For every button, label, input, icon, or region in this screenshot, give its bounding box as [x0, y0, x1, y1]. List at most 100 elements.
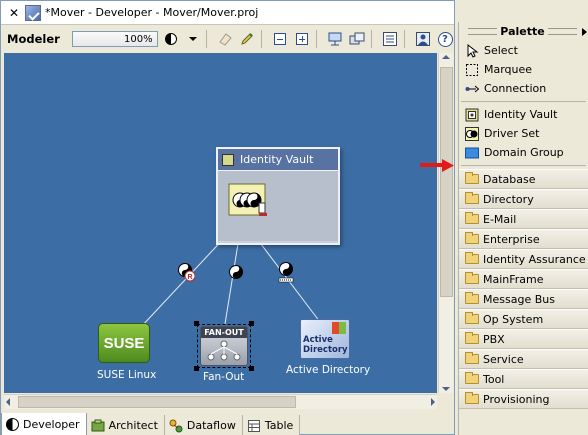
- fan-out-network-icon: [207, 340, 241, 361]
- driver-set-icon[interactable]: [228, 183, 268, 217]
- fan-out-driver-badge-icon[interactable]: [228, 264, 244, 280]
- ad-driver-badge-icon[interactable]: [277, 261, 297, 283]
- windows-logo-icon: [332, 322, 346, 334]
- help-icon[interactable]: ?: [436, 30, 454, 48]
- tab-architect-label: Architect: [108, 419, 158, 432]
- zoom-in-icon[interactable]: [293, 30, 311, 48]
- identity-vault-node[interactable]: Identity Vault: [216, 147, 340, 245]
- palette-tool-select[interactable]: Select: [459, 41, 588, 60]
- ad-logo-line2: Directory: [303, 345, 348, 355]
- drawer-message-bus[interactable]: Message Bus: [459, 289, 588, 309]
- edit-pen-icon[interactable]: [238, 30, 256, 48]
- arrange-icon[interactable]: [348, 30, 366, 48]
- folder-icon: [465, 232, 479, 244]
- vertical-scrollbar[interactable]: [438, 53, 453, 393]
- drawer-tool-label: Tool: [483, 372, 505, 386]
- palette-tool-marquee-label: Marquee: [484, 63, 533, 76]
- scroll-up-icon[interactable]: [442, 55, 450, 59]
- table-icon: [247, 419, 260, 432]
- drawer-e-mail[interactable]: E-Mail: [459, 209, 588, 229]
- folder-icon: [465, 392, 479, 404]
- folder-icon: [465, 252, 479, 264]
- palette-divider: [461, 101, 586, 102]
- palette-panel: Palette Select Marquee Connection Identi…: [458, 22, 588, 435]
- scroll-down-icon[interactable]: [442, 387, 450, 391]
- yin-yang-icon[interactable]: [162, 30, 180, 48]
- folder-icon: [465, 292, 479, 304]
- drawer-enterprise[interactable]: Enterprise: [459, 229, 588, 249]
- toolbar-separator: [206, 30, 208, 48]
- toolbar-separator: [371, 30, 373, 48]
- fan-out-logo-text: FAN-OUT: [201, 327, 247, 338]
- palette-object-identity-vault[interactable]: Identity Vault: [459, 105, 588, 124]
- tab-dataflow[interactable]: Dataflow: [164, 415, 243, 435]
- tab-table[interactable]: Table: [242, 415, 301, 435]
- tab-dataflow-label: Dataflow: [186, 419, 236, 432]
- palette-object-domain-group[interactable]: Domain Group: [459, 143, 588, 162]
- drawer-database[interactable]: Database: [459, 169, 588, 189]
- palette-tool-marquee[interactable]: Marquee: [459, 60, 588, 79]
- drawer-provisioning[interactable]: Provisioning: [459, 389, 588, 409]
- vertical-scroll-thumb[interactable]: [440, 67, 453, 297]
- palette-grip[interactable]: [468, 28, 498, 35]
- drawer-enterprise-label: Enterprise: [483, 232, 540, 246]
- drawer-service[interactable]: Service: [459, 349, 588, 369]
- zoom-value: 100%: [123, 33, 153, 45]
- editor-pane: ✕ *Mover - Developer - Mover/Mover.proj …: [0, 0, 455, 435]
- scroll-right-icon[interactable]: [431, 398, 435, 406]
- palette-header[interactable]: Palette: [459, 22, 588, 41]
- selection-handle[interactable]: [194, 366, 199, 371]
- zoom-input[interactable]: 100%: [71, 31, 158, 47]
- selection-handle[interactable]: [249, 321, 254, 326]
- horizontal-scroll-thumb[interactable]: [18, 396, 296, 408]
- drawer-pbx[interactable]: PBX: [459, 329, 588, 349]
- palette-tool-connection[interactable]: Connection: [459, 79, 588, 98]
- drawer-database-label: Database: [483, 172, 536, 186]
- active-directory-node[interactable]: Active Directory: [300, 319, 350, 359]
- folder-icon: [465, 332, 479, 344]
- dropdown-arrow-icon[interactable]: [184, 30, 202, 48]
- modeler-canvas[interactable]: Identity Vault R SUSE SUSE Linux FAN-OUT…: [4, 53, 437, 393]
- properties-list-icon[interactable]: [381, 30, 399, 48]
- zoom-out-icon[interactable]: [271, 30, 289, 48]
- suse-linux-node[interactable]: SUSE: [98, 323, 150, 363]
- drawer-op-system-label: Op System: [483, 312, 544, 326]
- connection-icon: [465, 85, 479, 92]
- palette-tool-select-label: Select: [484, 44, 518, 57]
- vault-header: Identity Vault: [218, 149, 338, 171]
- drawer-message-bus-label: Message Bus: [483, 292, 555, 306]
- close-editor-icon[interactable]: ✕: [7, 6, 21, 20]
- drawer-tool[interactable]: Tool: [459, 369, 588, 389]
- layout-icon[interactable]: [326, 30, 344, 48]
- drawer-mainframe[interactable]: MainFrame: [459, 269, 588, 289]
- palette-object-driver-set[interactable]: Driver Set: [459, 124, 588, 143]
- scroll-left-icon[interactable]: [6, 398, 10, 406]
- linux-driver-badge-icon[interactable]: R: [177, 262, 195, 282]
- drawer-directory[interactable]: Directory: [459, 189, 588, 209]
- folder-icon: [465, 372, 479, 384]
- selection-handle[interactable]: [194, 321, 199, 326]
- driver-set-small-icon: [465, 126, 479, 141]
- active-directory-label: Active Directory: [286, 364, 371, 376]
- vault-title: Identity Vault: [240, 153, 314, 166]
- suse-logo-icon: SUSE: [103, 334, 145, 352]
- tab-developer[interactable]: Developer: [1, 413, 87, 435]
- drawer-identity-assurance[interactable]: Identity Assurance: [459, 249, 588, 269]
- palette-collapse-icon[interactable]: [580, 27, 588, 36]
- eraser-icon[interactable]: [216, 30, 234, 48]
- tab-architect[interactable]: Architect: [86, 415, 165, 435]
- palette-divider: [461, 165, 586, 166]
- palette-grip[interactable]: [547, 28, 577, 35]
- drawer-identity-assurance-label: Identity Assurance: [483, 252, 586, 266]
- drawer-op-system[interactable]: Op System: [459, 309, 588, 329]
- highlight-arrow-icon: [420, 159, 454, 172]
- fan-out-node[interactable]: FAN-OUT: [200, 326, 248, 366]
- folder-icon: [465, 272, 479, 284]
- folder-icon: [465, 212, 479, 224]
- user-icon[interactable]: [414, 30, 432, 48]
- editor-title-bar: ✕ *Mover - Developer - Mover/Mover.proj: [1, 1, 454, 25]
- identity-vault-icon: [465, 108, 479, 121]
- selection-handle[interactable]: [249, 366, 254, 371]
- folder-icon: [465, 352, 479, 364]
- horizontal-scrollbar[interactable]: [4, 394, 437, 409]
